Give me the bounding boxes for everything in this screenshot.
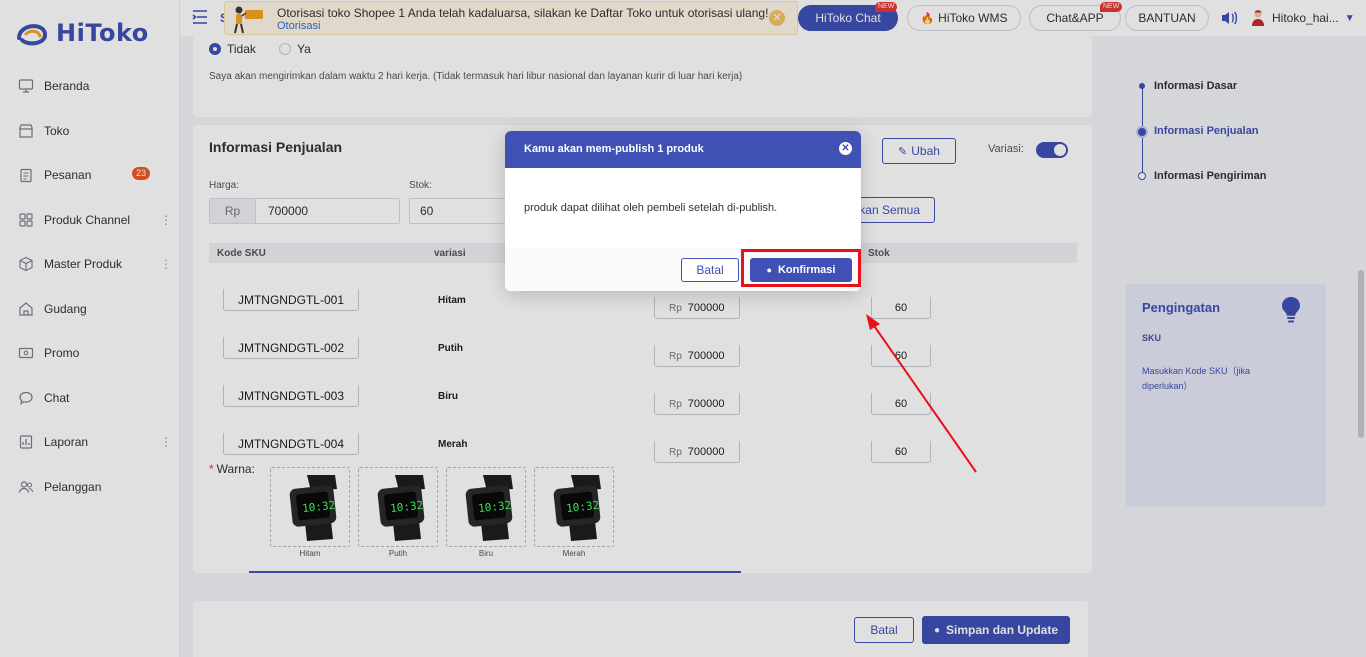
annotation-arrow-icon — [866, 314, 977, 473]
dialog-cancel-label: Batal — [696, 263, 724, 277]
highlight-box — [741, 249, 861, 287]
close-icon[interactable]: ✕ — [839, 142, 852, 155]
dialog-header: Kamu akan mem-publish 1 produk ✕ — [505, 131, 861, 168]
modal-overlay[interactable] — [0, 0, 1366, 657]
dialog-message: produk dapat dilihat oleh pembeli setela… — [524, 202, 778, 214]
dialog-title: Kamu akan mem-publish 1 produk — [524, 143, 704, 155]
dialog-cancel-button[interactable]: Batal — [681, 258, 739, 282]
dialog-body: produk dapat dilihat oleh pembeli setela… — [505, 168, 861, 248]
